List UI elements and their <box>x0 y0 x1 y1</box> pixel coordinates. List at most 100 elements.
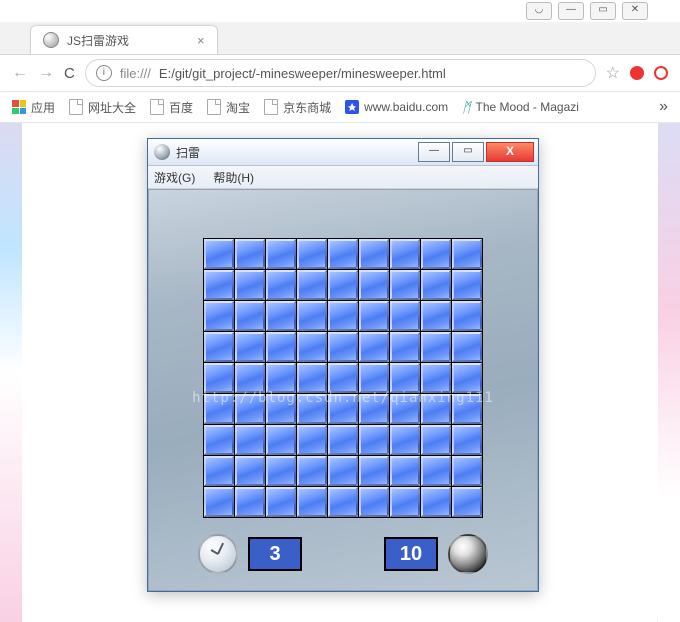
mine-cell[interactable] <box>266 332 296 362</box>
os-maximize-button[interactable]: ▭ <box>590 2 616 20</box>
menu-game[interactable]: 游戏(G) <box>154 169 195 186</box>
mine-cell[interactable] <box>390 487 420 517</box>
mine-cell[interactable] <box>359 394 389 424</box>
mine-cell[interactable] <box>297 301 327 331</box>
bookmark-baidu[interactable]: www.baidu.com <box>345 100 448 114</box>
mine-cell[interactable] <box>390 363 420 393</box>
mine-cell[interactable] <box>235 394 265 424</box>
mine-cell[interactable] <box>204 363 234 393</box>
bookmark-item[interactable]: 京东商城 <box>264 99 331 116</box>
mine-cell[interactable] <box>359 332 389 362</box>
mine-cell[interactable] <box>359 487 389 517</box>
mine-cell[interactable] <box>421 394 451 424</box>
bookmark-item[interactable]: 百度 <box>150 99 193 116</box>
mine-cell[interactable] <box>452 394 482 424</box>
bookmark-item[interactable]: 网址大全 <box>69 99 136 116</box>
mine-cell[interactable] <box>328 332 358 362</box>
omnibox[interactable]: i file:/// E:/git/git_project/-minesweep… <box>85 59 596 87</box>
mine-cell[interactable] <box>328 456 358 486</box>
mine-cell[interactable] <box>204 239 234 269</box>
bookmark-apps[interactable]: 应用 <box>12 99 55 116</box>
mine-cell[interactable] <box>452 456 482 486</box>
mine-cell[interactable] <box>359 363 389 393</box>
mine-cell[interactable] <box>266 301 296 331</box>
mine-cell[interactable] <box>204 270 234 300</box>
mine-cell[interactable] <box>235 239 265 269</box>
mine-cell[interactable] <box>204 301 234 331</box>
mine-cell[interactable] <box>204 456 234 486</box>
mine-cell[interactable] <box>328 363 358 393</box>
browser-tab[interactable]: JS扫雷游戏 × <box>30 25 218 54</box>
mine-cell[interactable] <box>421 270 451 300</box>
tab-close-button[interactable]: × <box>197 33 205 48</box>
mine-cell[interactable] <box>390 301 420 331</box>
mine-cell[interactable] <box>266 363 296 393</box>
mine-cell[interactable] <box>266 487 296 517</box>
mine-cell[interactable] <box>266 270 296 300</box>
mine-cell[interactable] <box>235 425 265 455</box>
mine-cell[interactable] <box>235 456 265 486</box>
mine-cell[interactable] <box>452 239 482 269</box>
extension-2-icon[interactable] <box>654 66 668 80</box>
extension-1-icon[interactable] <box>630 66 644 80</box>
mine-cell[interactable] <box>390 425 420 455</box>
bookmarks-overflow-button[interactable]: » <box>659 98 668 116</box>
window-titlebar[interactable]: 扫雷 — ▭ X <box>148 139 538 166</box>
window-close-button[interactable]: X <box>486 142 534 162</box>
mine-cell[interactable] <box>297 456 327 486</box>
mine-cell[interactable] <box>359 239 389 269</box>
mine-cell[interactable] <box>452 425 482 455</box>
mine-cell[interactable] <box>328 394 358 424</box>
mine-cell[interactable] <box>421 456 451 486</box>
mine-cell[interactable] <box>359 425 389 455</box>
mine-cell[interactable] <box>204 332 234 362</box>
os-close-button[interactable]: ✕ <box>622 2 648 20</box>
mine-cell[interactable] <box>266 425 296 455</box>
bookmark-mood[interactable]: ᛗThe Mood - Magazi <box>462 99 579 115</box>
mine-cell[interactable] <box>235 301 265 331</box>
bookmark-star-button[interactable]: ☆ <box>606 63 620 83</box>
os-minimize-button[interactable]: — <box>558 2 584 20</box>
mine-cell[interactable] <box>452 363 482 393</box>
mine-cell[interactable] <box>390 239 420 269</box>
mine-cell[interactable] <box>421 487 451 517</box>
bookmark-item[interactable]: 淘宝 <box>207 99 250 116</box>
mine-cell[interactable] <box>390 270 420 300</box>
mine-cell[interactable] <box>452 332 482 362</box>
mine-cell[interactable] <box>359 456 389 486</box>
mine-cell[interactable] <box>359 270 389 300</box>
mine-cell[interactable] <box>204 425 234 455</box>
mine-cell[interactable] <box>390 456 420 486</box>
mine-cell[interactable] <box>235 332 265 362</box>
mine-cell[interactable] <box>421 425 451 455</box>
mine-cell[interactable] <box>359 301 389 331</box>
site-info-icon[interactable]: i <box>96 65 112 81</box>
mine-cell[interactable] <box>328 487 358 517</box>
mine-cell[interactable] <box>452 301 482 331</box>
mine-cell[interactable] <box>328 239 358 269</box>
mine-cell[interactable] <box>297 270 327 300</box>
mine-cell[interactable] <box>297 487 327 517</box>
os-user-button[interactable]: ◡ <box>526 2 552 20</box>
mine-cell[interactable] <box>204 394 234 424</box>
mine-cell[interactable] <box>390 394 420 424</box>
mine-cell[interactable] <box>452 487 482 517</box>
mine-cell[interactable] <box>297 425 327 455</box>
mine-cell[interactable] <box>328 425 358 455</box>
mine-cell[interactable] <box>266 456 296 486</box>
mine-cell[interactable] <box>297 363 327 393</box>
window-maximize-button[interactable]: ▭ <box>452 142 484 162</box>
mine-cell[interactable] <box>328 270 358 300</box>
nav-back-button[interactable]: ← <box>12 64 28 82</box>
mine-cell[interactable] <box>266 394 296 424</box>
mine-cell[interactable] <box>266 239 296 269</box>
mine-cell[interactable] <box>297 332 327 362</box>
mine-cell[interactable] <box>297 239 327 269</box>
window-minimize-button[interactable]: — <box>418 142 450 162</box>
mine-cell[interactable] <box>452 270 482 300</box>
mine-cell[interactable] <box>297 394 327 424</box>
mine-cell[interactable] <box>235 487 265 517</box>
mine-cell[interactable] <box>421 363 451 393</box>
mine-cell[interactable] <box>235 363 265 393</box>
mine-cell[interactable] <box>421 239 451 269</box>
